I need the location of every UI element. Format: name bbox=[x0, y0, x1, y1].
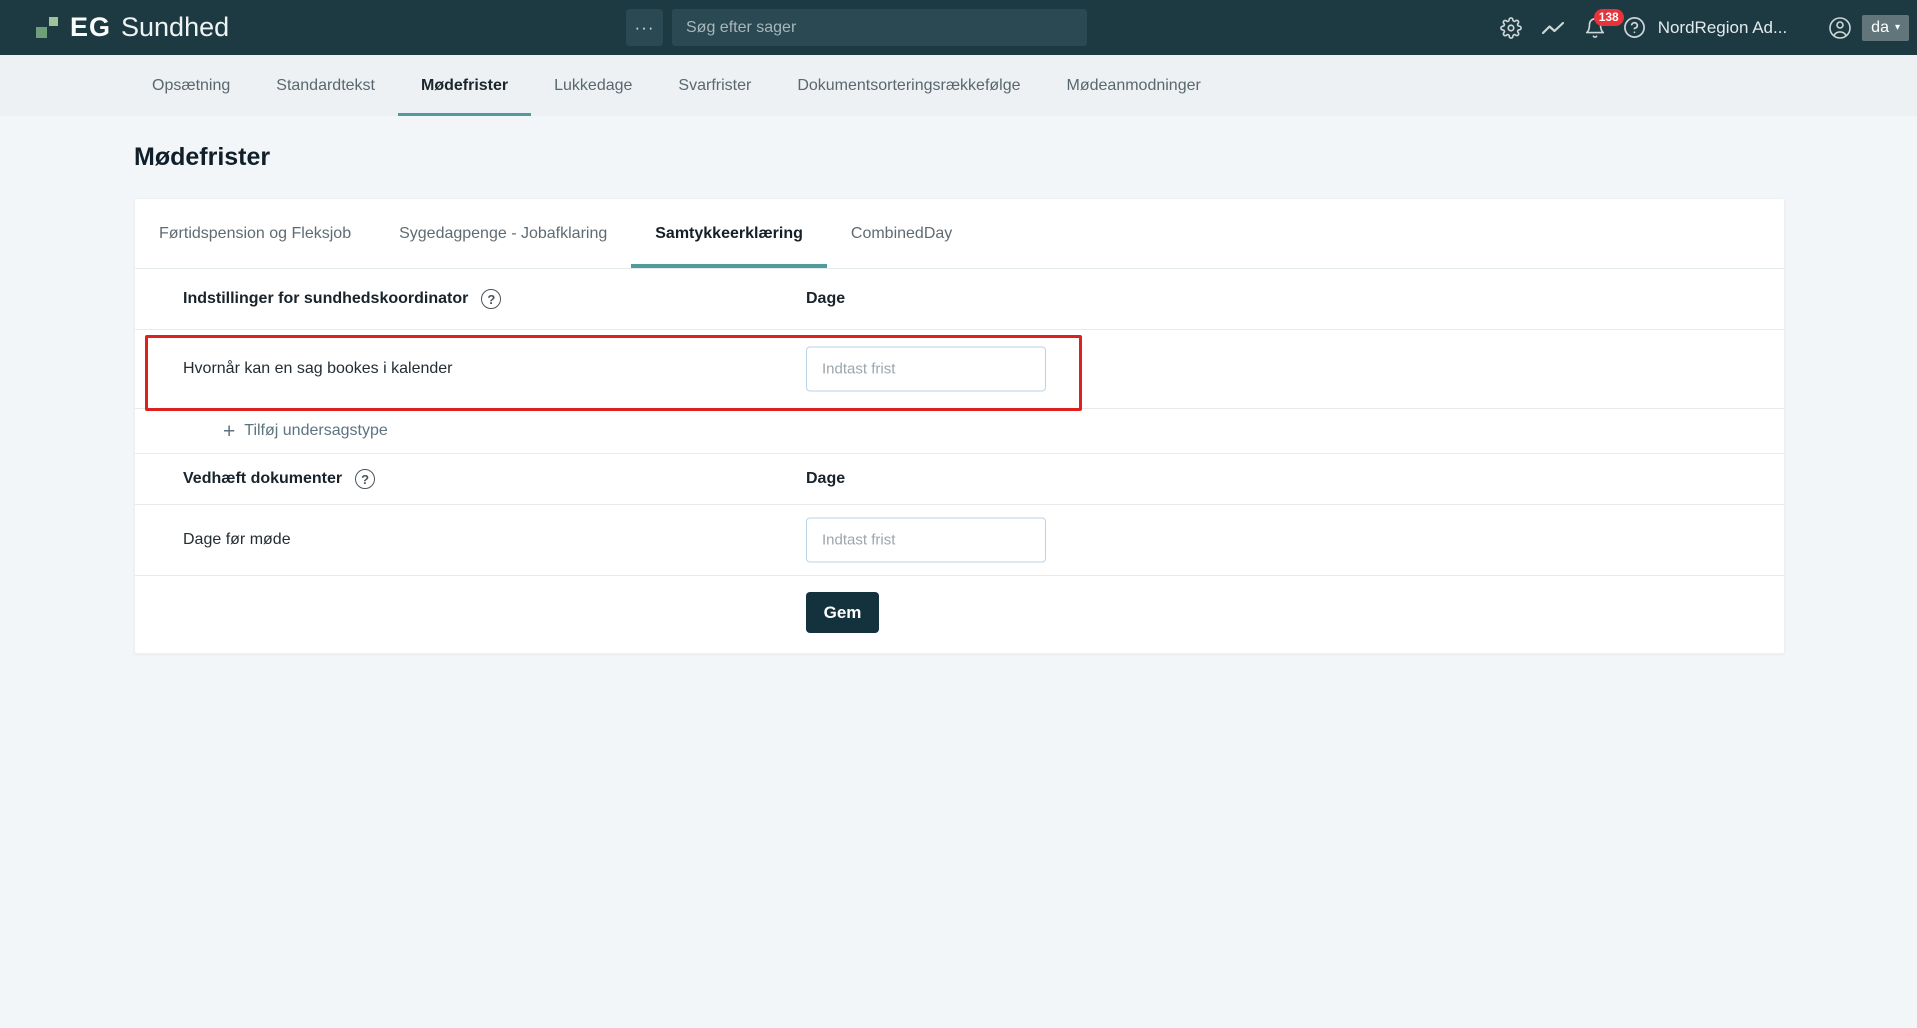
nav-tab-standardtekst[interactable]: Standardtekst bbox=[253, 55, 398, 116]
nav-tab-opsaetning[interactable]: Opsætning bbox=[129, 55, 253, 116]
language-dropdown[interactable]: da ▾ bbox=[1862, 15, 1909, 41]
days-column-header: Dage bbox=[806, 290, 845, 308]
trend-icon[interactable] bbox=[1541, 16, 1565, 40]
save-row: Gem bbox=[135, 576, 1784, 653]
logo-product-text: Sundhed bbox=[121, 12, 229, 43]
app-header: EG Sundhed ··· 138 bbox=[0, 0, 1917, 55]
page-title: Mødefrister bbox=[134, 143, 1785, 172]
nav-tab-lukkedage[interactable]: Lukkedage bbox=[531, 55, 655, 116]
nav-tab-svarfrister[interactable]: Svarfrister bbox=[655, 55, 774, 116]
help-icon[interactable] bbox=[1623, 16, 1646, 39]
tab-samtykkeerklaering[interactable]: Samtykkeerklæring bbox=[631, 199, 827, 268]
primary-nav: Opsætning Standardtekst Mødefrister Lukk… bbox=[0, 55, 1917, 116]
row-label: Hvornår kan en sag bookes i kalender bbox=[183, 360, 453, 378]
section-header-sundhedskoordinator: Indstillinger for sundhedskoordinator ? … bbox=[135, 269, 1784, 330]
section-help-icon[interactable]: ? bbox=[481, 289, 501, 309]
plus-icon: + bbox=[223, 421, 235, 442]
more-options-button[interactable]: ··· bbox=[626, 9, 663, 46]
user-name[interactable]: NordRegion Ad... bbox=[1658, 18, 1787, 38]
save-button[interactable]: Gem bbox=[806, 592, 879, 633]
chevron-down-icon: ▾ bbox=[1895, 23, 1900, 33]
nav-tab-moedefrister[interactable]: Mødefrister bbox=[398, 55, 531, 116]
tab-sygedagpenge[interactable]: Sygedagpenge - Jobafklaring bbox=[375, 199, 631, 268]
days-before-meeting-input[interactable] bbox=[806, 518, 1046, 563]
case-type-tabs: Førtidspension og Fleksjob Sygedagpenge … bbox=[135, 199, 1784, 269]
user-avatar-icon[interactable] bbox=[1828, 16, 1852, 40]
section-help-icon[interactable]: ? bbox=[355, 469, 375, 489]
app-logo: EG Sundhed bbox=[36, 12, 229, 43]
row-label: Dage før møde bbox=[183, 531, 291, 549]
search-input[interactable] bbox=[672, 9, 1087, 46]
add-subcase-link[interactable]: + Tilføj undersagstype bbox=[135, 409, 1784, 454]
nav-tab-dokumentsortering[interactable]: Dokumentsorteringsrækkefølge bbox=[774, 55, 1043, 116]
language-label: da bbox=[1871, 19, 1889, 37]
gear-icon[interactable] bbox=[1500, 17, 1522, 39]
form-row-dage-foer-moede: Dage før møde bbox=[135, 505, 1784, 576]
nav-tab-moedeanmodninger[interactable]: Mødeanmodninger bbox=[1044, 55, 1224, 116]
add-subcase-label: Tilføj undersagstype bbox=[244, 422, 387, 440]
notifications-bell-icon[interactable]: 138 bbox=[1584, 17, 1606, 39]
section-header-vedhaeft: Vedhæft dokumenter ? Dage bbox=[135, 454, 1784, 505]
days-column-header: Dage bbox=[806, 470, 845, 488]
main-content: Mødefrister Førtidspension og Fleksjob S… bbox=[0, 143, 1917, 654]
section-title: Indstillinger for sundhedskoordinator bbox=[183, 290, 468, 308]
notification-count-badge: 138 bbox=[1594, 9, 1624, 26]
settings-card: Førtidspension og Fleksjob Sygedagpenge … bbox=[134, 198, 1785, 654]
logo-eg-text: EG bbox=[70, 12, 111, 43]
eg-logo-icon bbox=[36, 16, 59, 39]
form-row-booking: Hvornår kan en sag bookes i kalender bbox=[135, 330, 1784, 409]
section-title: Vedhæft dokumenter bbox=[183, 470, 342, 488]
tab-combinedday[interactable]: CombinedDay bbox=[827, 199, 976, 268]
tab-foertidspension[interactable]: Førtidspension og Fleksjob bbox=[135, 199, 375, 268]
booking-days-input[interactable] bbox=[806, 347, 1046, 392]
